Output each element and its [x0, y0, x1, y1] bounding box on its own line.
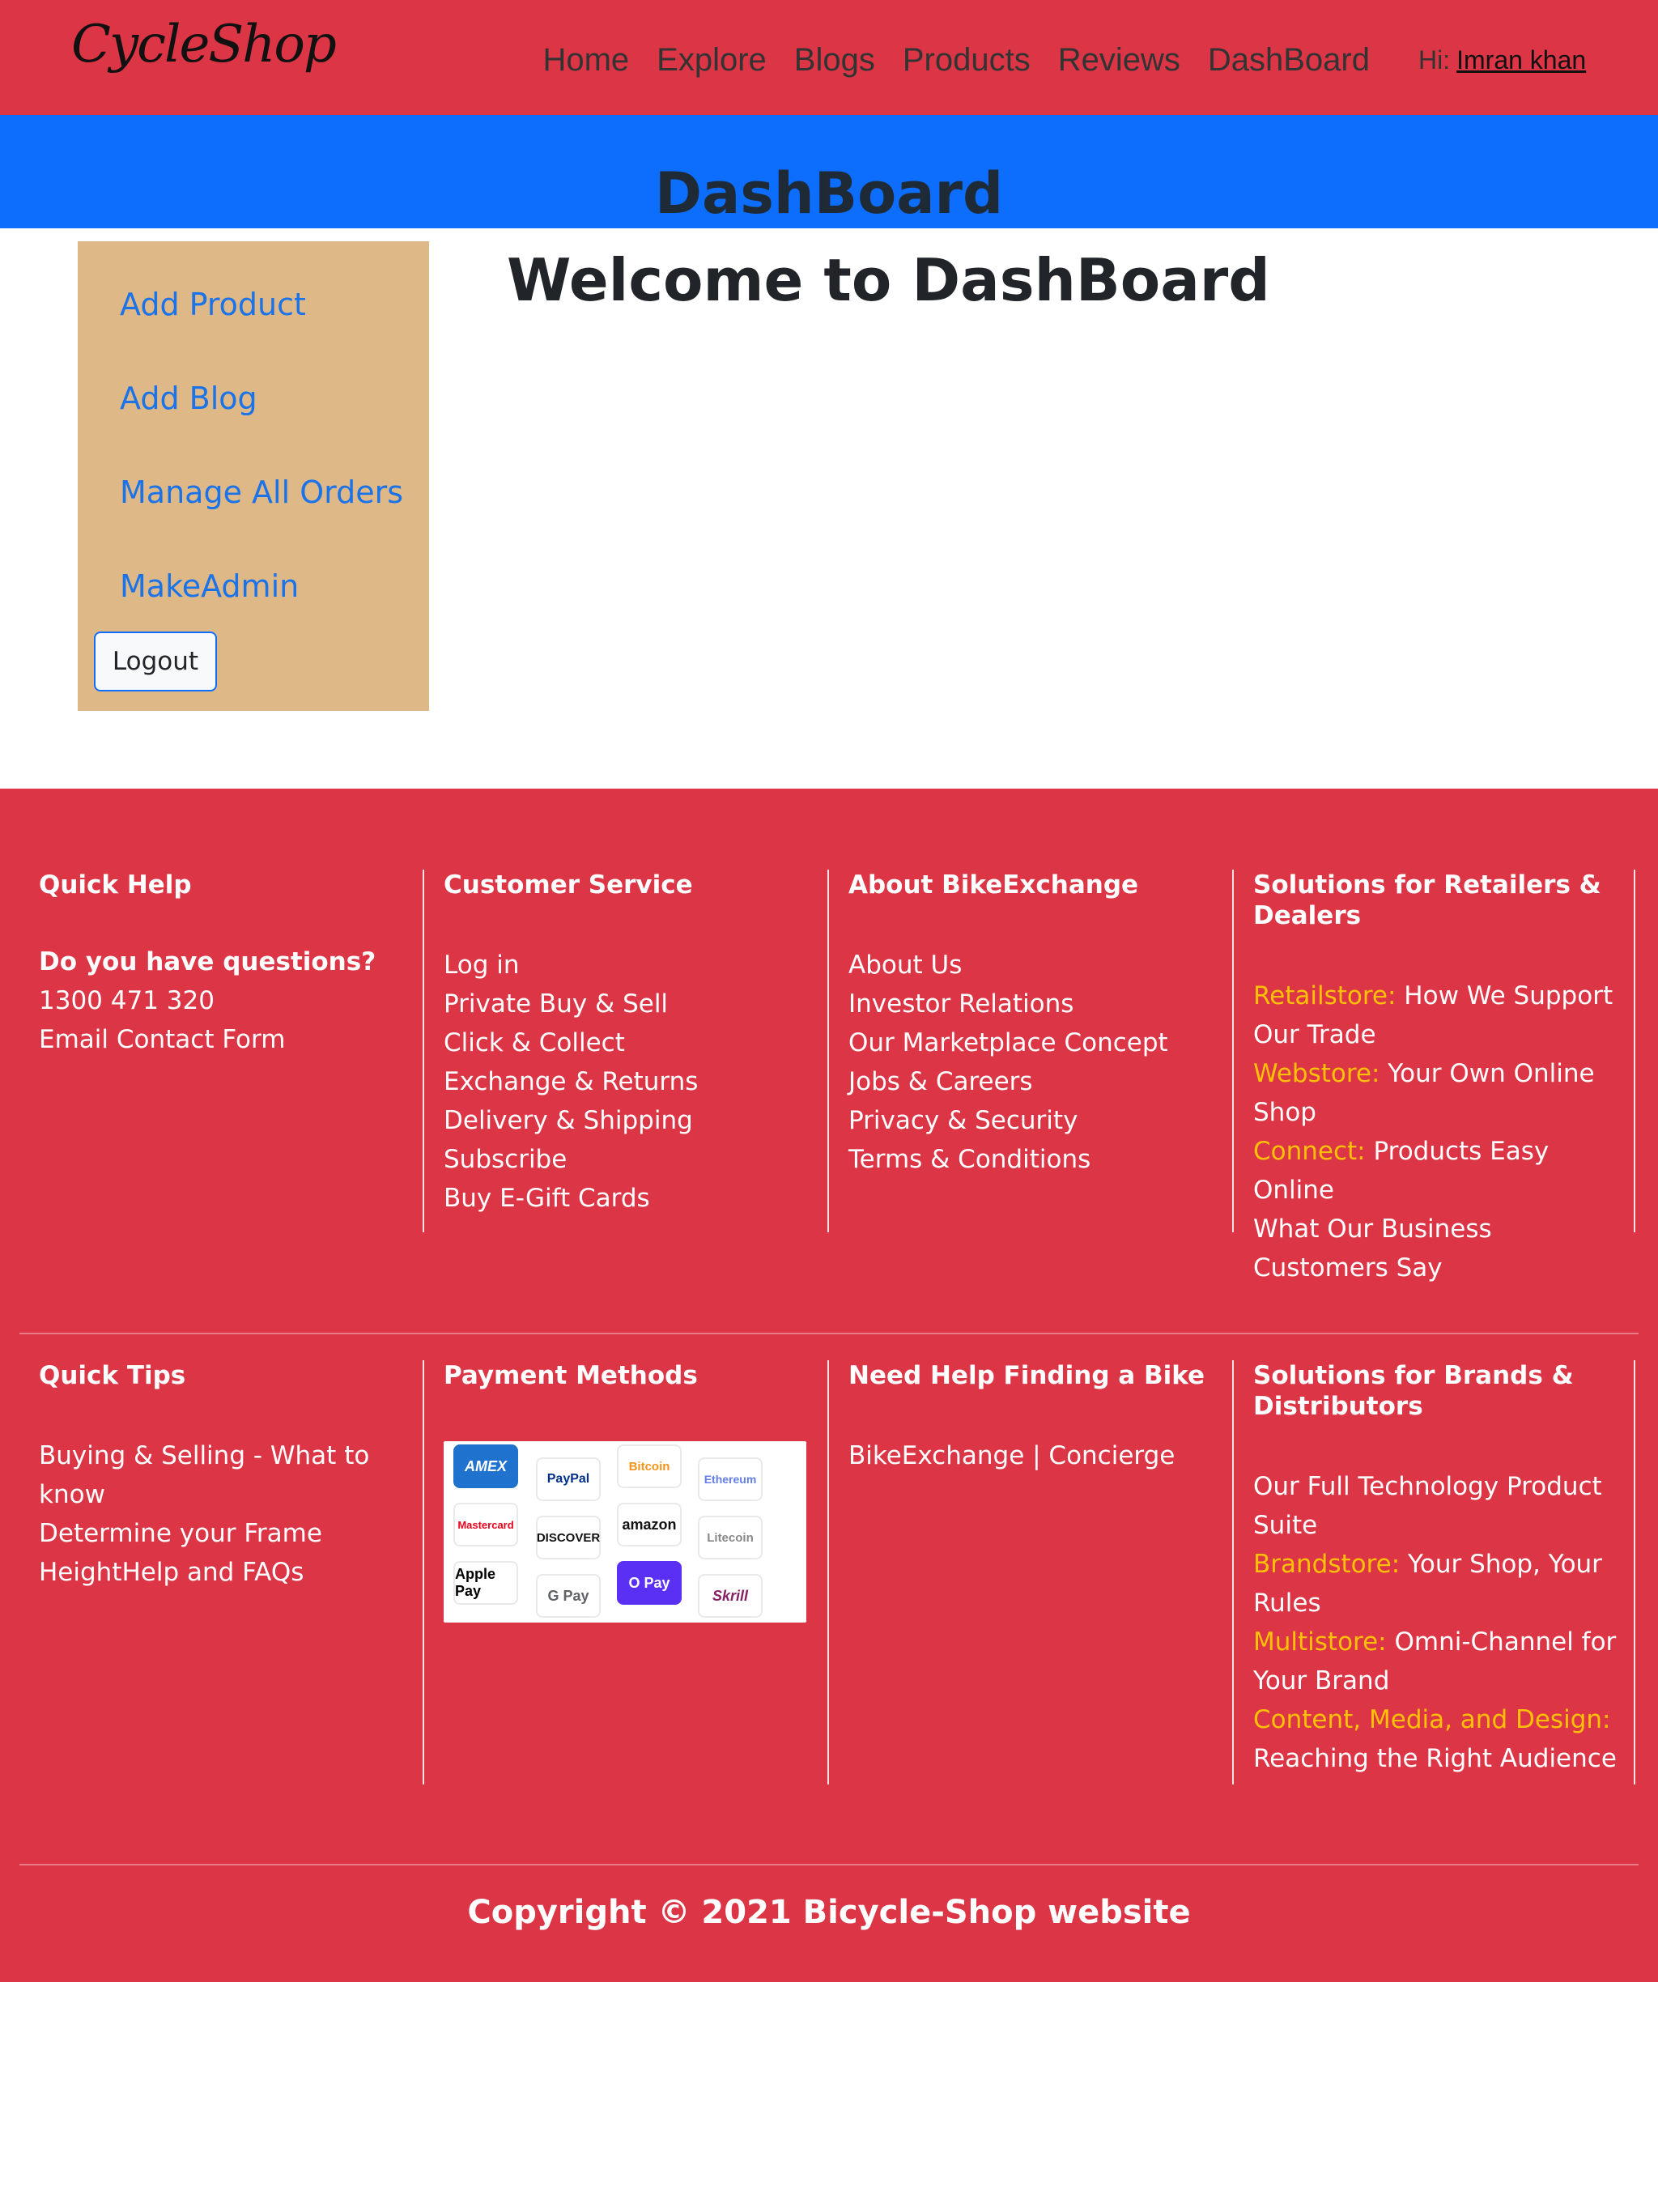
site-logo[interactable]: CycleShop — [71, 15, 337, 74]
footer-divider — [19, 1864, 1639, 1865]
nav-reviews[interactable]: Reviews — [1058, 36, 1180, 84]
footer-link[interactable]: Buying & Selling - What to know — [39, 1436, 379, 1514]
link-highlight: Content, Media, and Design: — [1253, 1705, 1611, 1734]
dashboard-sidebar: Add Product Add Blog Manage All Orders M… — [78, 241, 429, 711]
logout-button[interactable]: Logout — [94, 632, 217, 691]
paypal-icon: PayPal — [536, 1457, 601, 1501]
footer-link[interactable]: Our Full Technology Product Suite — [1253, 1467, 1634, 1545]
apple-pay-icon: Apple Pay — [453, 1561, 518, 1605]
footer-link[interactable]: Content, Media, and Design: Reaching the… — [1253, 1700, 1634, 1778]
welcome-heading: Welcome to DashBoard — [507, 246, 1270, 314]
footer-link[interactable]: Private Buy & Sell — [444, 985, 827, 1023]
quick-help-email[interactable]: Email Contact Form — [39, 1020, 423, 1059]
link-highlight: Multistore: — [1253, 1627, 1387, 1657]
user-greeting: Hi: Imran khan — [1418, 42, 1586, 78]
footer-quick-tips: Quick Tips Buying & Selling - What to kn… — [19, 1360, 424, 1784]
link-text: Reaching the Right Audience — [1253, 1744, 1617, 1773]
footer-link[interactable]: Subscribe — [444, 1140, 827, 1179]
footer-link[interactable]: Webstore: Your Own Online Shop — [1253, 1054, 1634, 1132]
about-list: About Us Investor Relations Our Marketpl… — [848, 946, 1232, 1179]
footer-finding: Need Help Finding a Bike BikeExchange | … — [848, 1360, 1234, 1784]
link-highlight: Connect: — [1253, 1137, 1366, 1166]
nav-products[interactable]: Products — [903, 36, 1031, 84]
ethereum-icon: Ethereum — [698, 1457, 763, 1501]
about-title: About BikeExchange — [848, 870, 1139, 900]
footer-link[interactable]: Brandstore: Your Shop, Your Rules — [1253, 1545, 1634, 1623]
brands-list: Our Full Technology Product Suite Brands… — [1253, 1467, 1634, 1778]
footer-customer-service: Customer Service Log in Private Buy & Se… — [444, 870, 829, 1232]
customer-service-title: Customer Service — [444, 870, 693, 900]
footer-link[interactable]: Connect: Products Easy Online — [1253, 1132, 1634, 1210]
finding-title: Need Help Finding a Bike — [848, 1361, 1205, 1390]
footer-link[interactable]: Investor Relations — [848, 985, 1232, 1023]
nav-dashboard[interactable]: DashBoard — [1208, 36, 1370, 84]
footer-link[interactable]: Delivery & Shipping — [444, 1101, 827, 1140]
footer-quick-help: Quick Help Do you have questions? 1300 4… — [19, 870, 424, 1232]
footer-link[interactable]: Multistore: Omni-Channel for Your Brand — [1253, 1623, 1634, 1700]
retailers-title: Solutions for Retailers & Dealers — [1253, 870, 1601, 930]
footer-divider — [19, 1333, 1639, 1334]
shop-pay-icon: O Pay — [617, 1561, 682, 1605]
footer-link[interactable]: What Our Business Customers Say — [1253, 1210, 1634, 1287]
footer-link[interactable]: About Us — [848, 946, 1232, 985]
user-name-link[interactable]: Imran khan — [1456, 45, 1586, 74]
bitcoin-icon: Bitcoin — [617, 1444, 682, 1488]
quick-help-phone[interactable]: 1300 471 320 — [39, 981, 423, 1020]
payment-title: Payment Methods — [444, 1361, 698, 1390]
footer-about: About BikeExchange About Us Investor Rel… — [848, 870, 1234, 1232]
footer-brands: Solutions for Brands & Distributors Our … — [1253, 1360, 1635, 1784]
retailers-list: Retailstore: How We Support Our Trade We… — [1253, 976, 1634, 1287]
site-footer: Quick Help Do you have questions? 1300 4… — [0, 789, 1658, 1982]
quick-tips-title: Quick Tips — [39, 1361, 186, 1390]
footer-retailers: Solutions for Retailers & Dealers Retail… — [1253, 870, 1635, 1283]
footer-link[interactable]: Determine your Frame HeightHelp and FAQs — [39, 1514, 379, 1592]
google-pay-icon: G Pay — [536, 1574, 601, 1618]
footer-link[interactable]: Terms & Conditions — [848, 1140, 1232, 1179]
skrill-icon: Skrill — [698, 1574, 763, 1618]
copyright-text: Copyright © 2021 Bicycle-Shop website — [467, 1894, 1191, 1931]
nav-blogs[interactable]: Blogs — [794, 36, 875, 84]
finding-list: BikeExchange | Concierge — [848, 1436, 1232, 1475]
footer-link[interactable]: Log in — [444, 946, 827, 985]
sidebar-add-blog[interactable]: Add Blog — [120, 381, 257, 416]
sidebar-make-admin[interactable]: MakeAdmin — [120, 568, 299, 604]
link-highlight: Retailstore: — [1253, 981, 1397, 1010]
footer-link[interactable]: Click & Collect — [444, 1023, 827, 1062]
page-banner: DashBoard — [0, 115, 1658, 228]
nav-home[interactable]: Home — [542, 36, 629, 84]
footer-link[interactable]: Buy E-Gift Cards — [444, 1179, 827, 1218]
amex-icon: AMEX — [453, 1444, 518, 1488]
discover-icon: DISCOVER — [536, 1516, 601, 1559]
customer-service-list: Log in Private Buy & Sell Click & Collec… — [444, 946, 827, 1218]
quick-help-title: Quick Help — [39, 870, 192, 900]
link-highlight: Brandstore: — [1253, 1550, 1401, 1579]
greeting-label: Hi: — [1418, 45, 1451, 74]
nav-explore[interactable]: Explore — [657, 36, 767, 84]
top-navbar: CycleShop Home Explore Blogs Products Re… — [0, 0, 1658, 115]
footer-link[interactable]: Jobs & Careers — [848, 1062, 1232, 1101]
nav-links: Home Explore Blogs Products Reviews Dash… — [515, 36, 1370, 84]
sidebar-add-product[interactable]: Add Product — [120, 287, 306, 322]
footer-link[interactable]: Retailstore: How We Support Our Trade — [1253, 976, 1634, 1054]
quick-tips-list: Buying & Selling - What to know Determin… — [39, 1436, 379, 1592]
footer-link[interactable]: BikeExchange | Concierge — [848, 1436, 1232, 1475]
amazon-icon: amazon — [617, 1503, 682, 1546]
footer-link[interactable]: Our Marketplace Concept — [848, 1023, 1232, 1062]
payment-methods-image: AMEX PayPal Bitcoin Ethereum Mastercard … — [444, 1441, 806, 1623]
footer-link[interactable]: Exchange & Returns — [444, 1062, 827, 1101]
page-title: DashBoard — [654, 160, 1004, 227]
footer-link[interactable]: Privacy & Security — [848, 1101, 1232, 1140]
link-highlight: Webstore: — [1253, 1059, 1380, 1088]
mastercard-icon: Mastercard — [453, 1503, 518, 1546]
litecoin-icon: Litecoin — [698, 1516, 763, 1559]
quick-help-question: Do you have questions? — [39, 947, 376, 976]
brands-title: Solutions for Brands & Distributors — [1253, 1361, 1574, 1421]
sidebar-manage-orders[interactable]: Manage All Orders — [120, 474, 403, 510]
